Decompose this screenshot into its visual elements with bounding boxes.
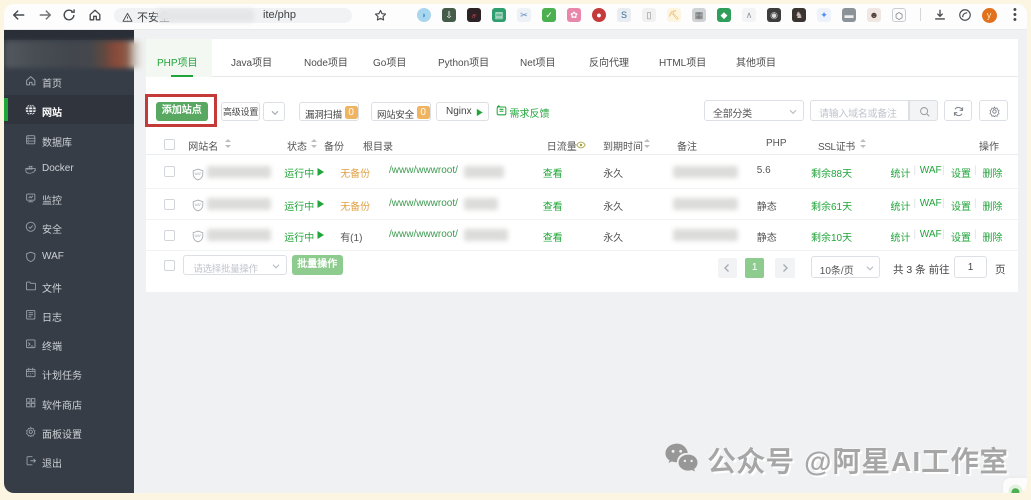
svg-text:WAF: WAF [194, 203, 201, 207]
svg-text:WAF: WAF [194, 234, 201, 238]
svg-text:WAF: WAF [194, 172, 201, 176]
